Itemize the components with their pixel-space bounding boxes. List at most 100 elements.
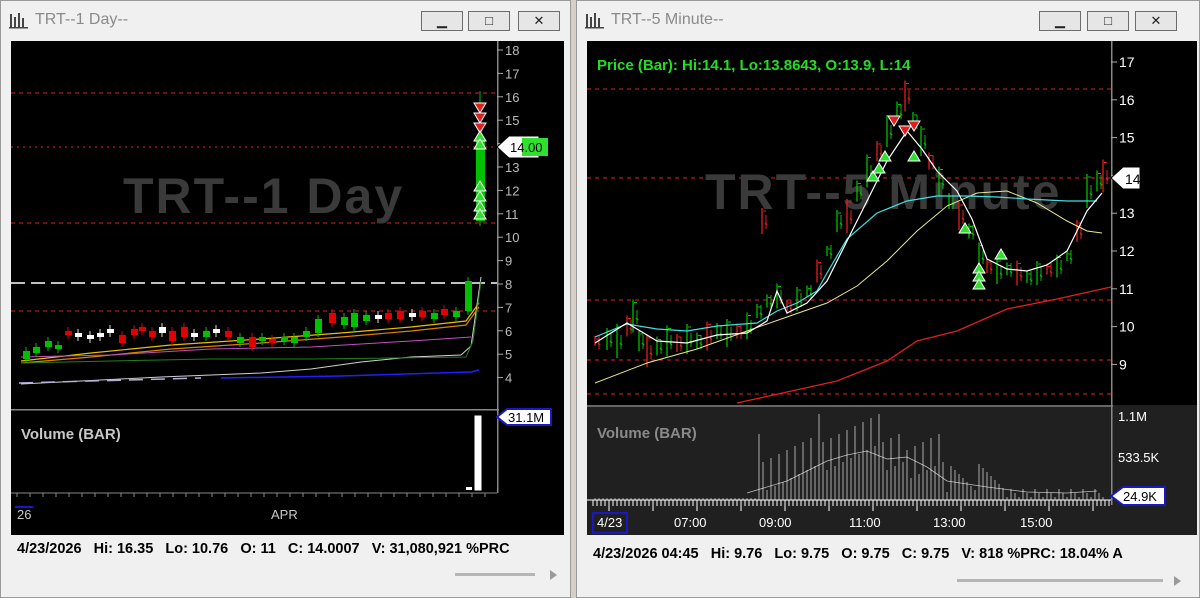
candlestick [441, 309, 448, 315]
time-axis-ticks [16, 493, 486, 497]
time-axis-ticks [592, 500, 1110, 511]
candlestick [107, 329, 114, 333]
price-axis-label: 10 [505, 230, 519, 245]
candlestick [431, 313, 438, 319]
candlestick [303, 331, 310, 337]
window-title: TRT--1 Day-- [35, 11, 129, 28]
minimize-icon: ▁ [1055, 13, 1065, 28]
candlestick [119, 335, 126, 343]
time-label: 4/23 [597, 515, 622, 530]
maximize-button[interactable]: □ [468, 11, 510, 31]
info-percent: %PRC [466, 541, 510, 557]
price-axis-label: 9 [505, 254, 512, 269]
sell-signal-marker [473, 102, 487, 114]
time-label: APR [271, 507, 298, 522]
price-axis-label: 8 [505, 277, 512, 292]
candlestick [203, 331, 210, 337]
volume-tag-value: 31.1M [508, 410, 544, 425]
minimize-button[interactable]: ▁ [1039, 11, 1081, 31]
intraday-chart-svg[interactable]: Price (Bar): Hi:14.1, Lo:13.8643, O:13.9… [587, 41, 1197, 535]
candlestick [269, 339, 276, 343]
price-axis-label: 16 [505, 90, 519, 105]
volume-pane-label: Volume (BAR) [597, 425, 697, 442]
time-label: 09:00 [759, 515, 792, 530]
time-label: 13:00 [933, 515, 966, 530]
volume-bar [473, 414, 483, 492]
price-header: Price (Bar): Hi:14.1, Lo:13.8643, O:13.9… [597, 57, 911, 74]
price-axis-label: 10 [1119, 319, 1135, 335]
candlestick [97, 333, 104, 337]
candlestick [291, 337, 298, 343]
info-date: 4/23/2026 [17, 541, 82, 557]
price-axis-label: 16 [1119, 92, 1135, 108]
scrollbar-thumb[interactable] [957, 579, 1163, 582]
chart-icon [9, 13, 28, 29]
volume-pane-label: Volume (BAR) [21, 426, 121, 443]
candlestick [169, 331, 176, 341]
info-open: O: 11 [240, 541, 276, 557]
info-percent: %PRC: 18.04% [1007, 546, 1109, 562]
candlestick [213, 329, 220, 333]
info-volume: V: 818 [961, 546, 1004, 562]
candlestick [87, 335, 94, 339]
close-icon: ✕ [1150, 13, 1162, 28]
horizontal-scrollbar[interactable] [11, 567, 564, 583]
price-axis-label: 5 [505, 347, 512, 362]
price-axis-label: 11 [505, 207, 519, 222]
scroll-right-icon[interactable] [1172, 575, 1182, 587]
sell-signal-marker [473, 112, 487, 124]
info-bar: 4/23/2026 04:45 Hi: 9.76 Lo: 9.75 O: 9.7… [593, 546, 1123, 562]
info-low: Lo: 10.76 [165, 541, 229, 557]
maximize-icon: □ [485, 13, 493, 28]
info-close: C: 9.75 [901, 546, 950, 562]
candlestick [375, 315, 382, 319]
close-button[interactable]: ✕ [1135, 11, 1177, 31]
candlestick [329, 313, 336, 323]
info-extra: A [1112, 546, 1123, 562]
intraday-chart-window: TRT--5 Minute-- ▁ □ ✕ Price (Bar): Hi:14… [576, 0, 1200, 598]
maximize-icon: □ [1104, 13, 1112, 28]
candlestick [65, 331, 72, 335]
price-axis-label: 17 [1119, 54, 1135, 70]
candlestick [139, 327, 146, 331]
info-high: Hi: 16.35 [93, 541, 154, 557]
scroll-right-icon[interactable] [548, 569, 558, 581]
close-button[interactable]: ✕ [518, 11, 560, 31]
daily-chart-svg[interactable]: TRT--1 Day 181716151413121110987654 14.0… [11, 41, 564, 535]
intraday-chart-area[interactable]: Price (Bar): Hi:14.1, Lo:13.8643, O:13.9… [587, 41, 1197, 535]
candlestick [351, 313, 358, 327]
price-axis: 181716151413121110987654 [497, 43, 519, 386]
candlestick [259, 337, 266, 341]
candlesticks [23, 91, 485, 363]
candlestick [75, 333, 82, 337]
close-icon: ✕ [533, 13, 545, 28]
candlestick [385, 313, 392, 319]
info-close: C: 14.0007 [287, 541, 360, 557]
maximize-button[interactable]: □ [1087, 11, 1129, 31]
moving-average-line [20, 280, 482, 364]
price-axis-label: 18 [505, 43, 519, 58]
candlestick [237, 337, 244, 343]
daily-chart-area[interactable]: TRT--1 Day 181716151413121110987654 14.0… [11, 41, 564, 535]
price-axis-label: 17 [505, 66, 519, 81]
candlestick [397, 311, 404, 319]
watermark: TRT--1 Day [123, 168, 404, 224]
info-bar: 4/23/2026 Hi: 16.35 Lo: 10.76 O: 11 C: 1… [17, 541, 510, 557]
horizontal-scrollbar[interactable] [587, 573, 1193, 589]
scrollbar-thumb[interactable] [455, 573, 535, 576]
candlestick [45, 341, 52, 347]
price-axis-label: 12 [505, 183, 519, 198]
price-axis-label: 12 [1119, 243, 1135, 259]
volume-bar [466, 487, 472, 490]
title-bar[interactable]: TRT--1 Day-- ▁ □ ✕ [1, 1, 570, 39]
candlestick [149, 331, 156, 337]
candlestick [23, 351, 30, 359]
minimize-icon: ▁ [437, 13, 447, 28]
price-axis-label: 13 [1119, 205, 1135, 221]
info-date: 4/23/2026 04:45 [593, 546, 699, 562]
minimize-button[interactable]: ▁ [421, 11, 463, 31]
title-bar[interactable]: TRT--5 Minute-- ▁ □ ✕ [577, 1, 1199, 39]
time-label: 15:00 [1020, 515, 1053, 530]
info-high: Hi: 9.76 [710, 546, 763, 562]
moving-average-line [220, 369, 480, 379]
